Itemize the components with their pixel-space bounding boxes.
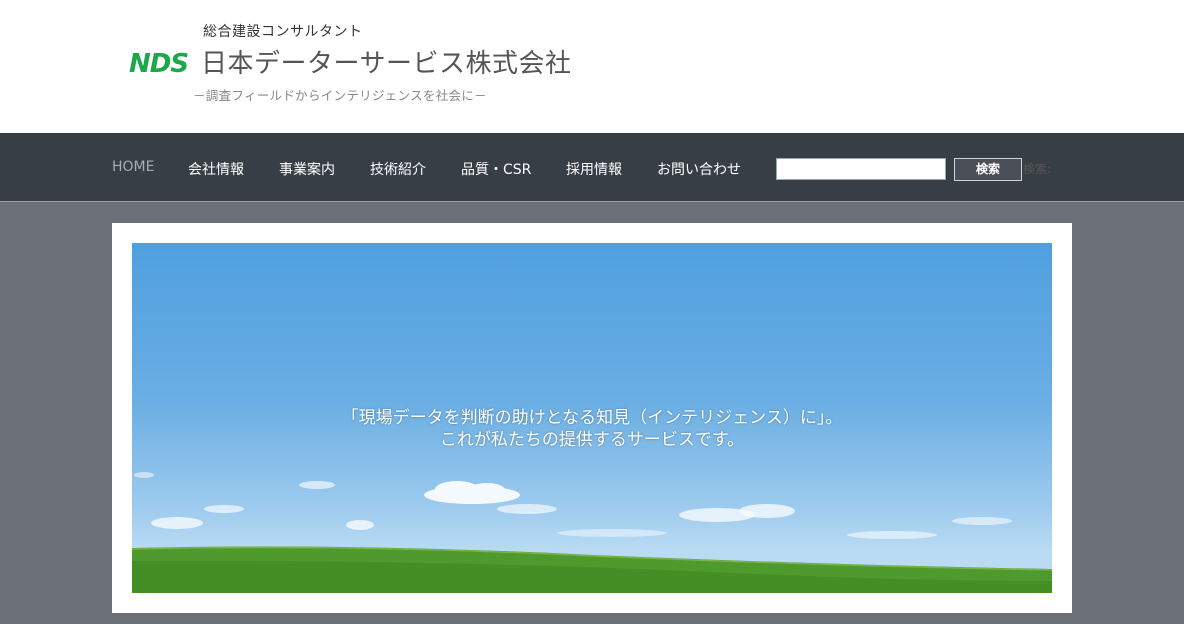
nav-item-technology[interactable]: 技術紹介 xyxy=(370,159,426,179)
main-nav: HOME 会社情報 事業案内 技術紹介 品質・CSR 採用情報 お問い合わせ 検… xyxy=(0,133,1184,202)
hero-text-line-2: これが私たちの提供するサービスです。 xyxy=(439,430,745,450)
search-label: 検索: xyxy=(1023,162,1052,176)
site-header: 総合建設コンサルタント NDS 日本データーサービス株式会社 －調査フィールドか… xyxy=(0,0,1184,133)
hero-banner: 「現場データを判断の助けとなる知見（インテリジェンス）に」。 これが私たちの提供… xyxy=(132,243,1052,593)
tagline-top: 総合建設コンサルタント xyxy=(203,24,363,40)
nav-item-company[interactable]: 会社情報 xyxy=(188,159,244,179)
search-input[interactable] xyxy=(776,158,946,180)
hero-frame: 「現場データを判断の助けとなる知見（インテリジェンス）に」。 これが私たちの提供… xyxy=(112,223,1072,613)
nav-item-recruit[interactable]: 採用情報 xyxy=(566,159,622,179)
tagline-bottom: －調査フィールドからインテリジェンスを社会に－ xyxy=(193,88,487,103)
nav-item-business[interactable]: 事業案内 xyxy=(279,159,335,179)
nav-item-quality-csr[interactable]: 品質・CSR xyxy=(461,159,531,179)
company-name[interactable]: 日本データーサービス株式会社 xyxy=(201,48,571,80)
nds-logo[interactable]: NDS xyxy=(129,51,189,77)
nav-item-contact[interactable]: お問い合わせ xyxy=(657,159,741,179)
hero-text-line-1: 「現場データを判断の助けとなる知見（インテリジェンス）に」。 xyxy=(341,408,843,428)
search-button[interactable]: 検索 xyxy=(954,158,1022,181)
nav-item-home[interactable]: HOME xyxy=(112,159,154,175)
